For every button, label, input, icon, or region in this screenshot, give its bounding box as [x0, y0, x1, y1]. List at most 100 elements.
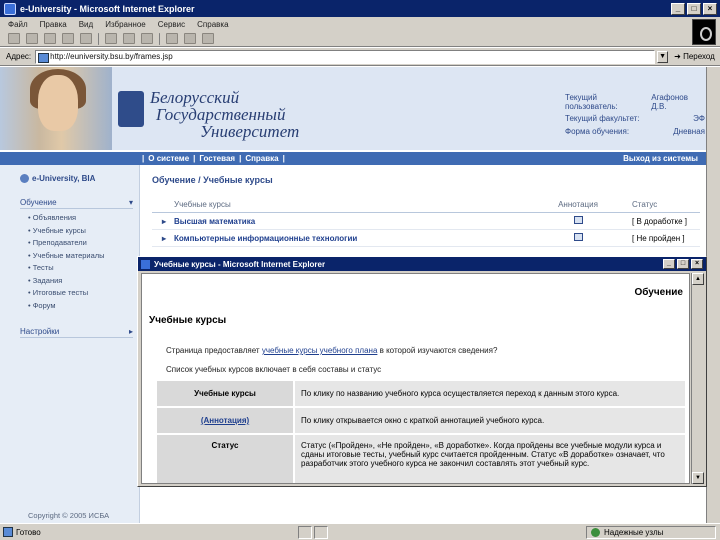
home-icon[interactable]: [80, 33, 92, 44]
help-value: По клику открывается окно с краткой анно…: [293, 406, 687, 435]
annotation-link[interactable]: (Аннотация): [201, 416, 249, 425]
intro-text: Страница предоставляет: [166, 346, 262, 355]
university-name-line: Государственный: [156, 105, 286, 124]
go-label: Переход: [683, 52, 715, 61]
collapse-icon[interactable]: ▾: [129, 198, 133, 208]
window-controls: _ □ ×: [671, 2, 720, 15]
nav-about-link[interactable]: О системе: [148, 154, 189, 163]
popup-scrollbar[interactable]: ▲ ▼: [691, 273, 704, 484]
refresh-icon[interactable]: [62, 33, 74, 44]
sidebar-section-settings[interactable]: Настройки ▸: [20, 327, 133, 338]
address-bar: Адрес: http://euniversity.bsu.by/frames.…: [0, 48, 720, 66]
chevron-down-icon[interactable]: ▼: [657, 50, 669, 63]
help-row: (Аннотация) По клику открывается окно с …: [155, 406, 687, 435]
university-name-line: Университет: [200, 122, 300, 141]
sidebar-item-announcements[interactable]: • Объявления: [28, 213, 139, 226]
sidebar-item-assignments[interactable]: • Задания: [28, 276, 139, 289]
popup-heading: Учебные курсы: [149, 315, 227, 326]
sidebar-item-materials[interactable]: • Учебные материалы: [28, 251, 139, 264]
go-button[interactable]: ➜ Переход: [674, 52, 715, 61]
popup-minimize-button[interactable]: _: [663, 259, 675, 269]
menu-file[interactable]: Файл: [8, 20, 28, 29]
scroll-up-arrow-icon[interactable]: ▲: [692, 273, 704, 285]
maximize-button[interactable]: □: [687, 2, 701, 15]
favorites-icon[interactable]: [123, 33, 135, 44]
popup-close-button[interactable]: ×: [691, 259, 703, 269]
user-info-value: Дневная: [673, 127, 705, 136]
print-icon[interactable]: [184, 33, 196, 44]
sidebar-item-teachers[interactable]: • Преподаватели: [28, 238, 139, 251]
help-popup-window: Учебные курсы - Microsoft Internet Explo…: [137, 256, 707, 487]
close-button[interactable]: ×: [703, 2, 717, 15]
curriculum-link[interactable]: учебные курсы учебного плана: [262, 346, 378, 355]
page-scrollbar[interactable]: [706, 67, 720, 523]
menu-edit[interactable]: Правка: [40, 20, 67, 29]
stop-icon[interactable]: [44, 33, 56, 44]
sidebar-item-courses[interactable]: • Учебные курсы: [28, 226, 139, 239]
nav-guest-link[interactable]: Гостевая: [199, 154, 235, 163]
copyright: Copyright © 2005 ИСБА: [28, 511, 110, 520]
help-row: Статус Статус («Пройден», «Не пройден», …: [155, 433, 687, 483]
popup-titlebar: Учебные курсы - Microsoft Internet Explo…: [138, 257, 706, 271]
courses-table: Учебные курсы Аннотация Статус Высшая ма…: [152, 200, 700, 247]
status-text: Готово: [16, 527, 41, 537]
course-status: [ Не пройден ]: [632, 233, 685, 243]
banner-photo: [0, 67, 112, 150]
scroll-down-arrow-icon[interactable]: ▼: [692, 472, 704, 484]
table-header: Учебные курсы Аннотация Статус: [152, 200, 700, 213]
forward-icon[interactable]: [26, 33, 38, 44]
help-key: Статус: [155, 433, 295, 483]
course-link[interactable]: Высшая математика: [152, 217, 532, 226]
sidebar-item-label: Задания: [32, 275, 63, 285]
menu-tools[interactable]: Сервис: [158, 20, 185, 29]
expand-icon[interactable]: ▸: [129, 327, 133, 337]
help-table: Учебные курсы По клику по названию учебн…: [155, 379, 687, 483]
nav-separator: |: [193, 154, 196, 163]
sidebar-item-tests[interactable]: • Тесты: [28, 263, 139, 276]
course-status: [ В доработке ]: [632, 216, 688, 226]
table-row: Компьютерные информационные технологии […: [152, 230, 700, 247]
mail-icon[interactable]: [166, 33, 178, 44]
sidebar-item-label: Тесты: [32, 263, 54, 272]
address-input[interactable]: http://euniversity.bsu.by/frames.jsp: [35, 49, 656, 64]
annotation-cell: [532, 233, 624, 243]
popup-section-header: Обучение: [634, 287, 683, 298]
annotation-icon[interactable]: [573, 216, 583, 224]
nav-help-link[interactable]: Справка: [245, 154, 278, 163]
history-icon[interactable]: [141, 33, 153, 44]
menu-favorites[interactable]: Избранное: [105, 20, 146, 29]
menu-view[interactable]: Вид: [79, 20, 93, 29]
ie-icon: [4, 2, 16, 15]
popup-maximize-button[interactable]: □: [677, 259, 689, 269]
sidebar-item-final-tests[interactable]: • Итоговые тесты: [28, 288, 139, 301]
edit-icon[interactable]: [202, 33, 214, 44]
toolbar-separator: [98, 32, 99, 45]
popup-body: Обучение Учебные курсы Страница предоста…: [141, 273, 690, 484]
sidebar-section-learning[interactable]: Обучение ▾: [20, 198, 133, 209]
sidebar-item-forum[interactable]: • Форум: [28, 301, 139, 314]
popup-window-controls: _ □ ×: [663, 259, 706, 269]
toolbar-separator: [159, 32, 160, 45]
annotation-icon[interactable]: [573, 233, 583, 241]
banner: Белорусский Государственный Университет …: [0, 67, 706, 150]
popup-title: Учебные курсы - Microsoft Internet Explo…: [154, 259, 326, 269]
search-icon[interactable]: [105, 33, 117, 44]
sidebar-item-label: Учебные материалы: [32, 250, 105, 260]
logout-link[interactable]: Выход из системы: [623, 154, 706, 163]
column-header-course: Учебные курсы: [174, 200, 231, 209]
menu-bar: Файл Правка Вид Избранное Сервис Справка: [0, 17, 720, 31]
security-zone: Надежные узлы: [585, 525, 716, 539]
nav-separator: |: [142, 154, 145, 163]
sidebar-section-label: Обучение: [20, 198, 57, 207]
user-info-row: Текущий пользователь: Агафонов Д.В.: [565, 93, 705, 111]
status-pane: [298, 525, 313, 539]
minimize-button[interactable]: _: [671, 2, 685, 15]
back-icon[interactable]: [8, 33, 20, 44]
breadcrumb: Обучение / Учебные курсы: [152, 175, 273, 185]
menu-help[interactable]: Справка: [197, 20, 228, 29]
course-link[interactable]: Компьютерные информационные технологии: [152, 234, 532, 243]
user-info-label: Текущий факультет:: [565, 114, 640, 123]
help-value: Статус («Пройден», «Не пройден», «В дора…: [293, 433, 687, 483]
menu-toolbar: Файл Правка Вид Избранное Сервис Справка: [0, 17, 720, 47]
user-info-row: Текущий факультет: ЭФ: [565, 114, 705, 127]
